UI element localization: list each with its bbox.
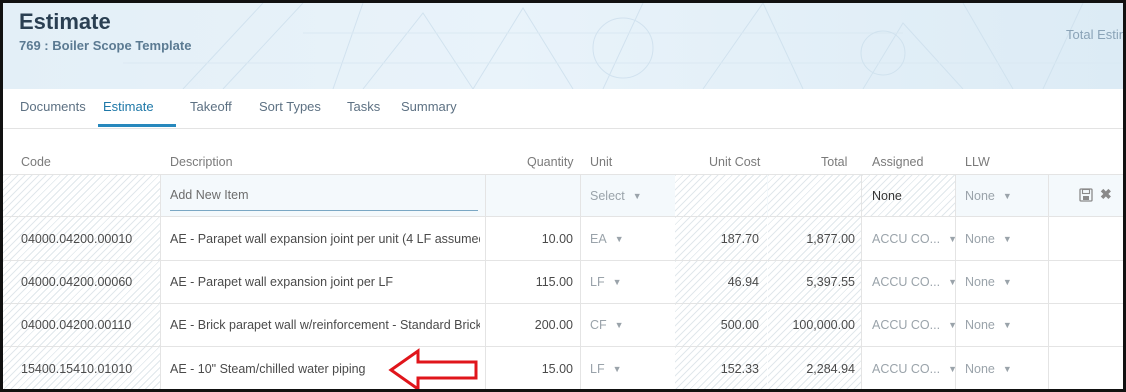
row-unit-cost: 187.70 [675,217,767,260]
close-icon[interactable]: ✖ [1100,186,1112,203]
row-assigned-select[interactable]: ACCU CO...▼ [872,217,955,260]
tab-takeoff[interactable]: Takeoff [190,99,232,114]
active-tab-indicator [98,124,176,127]
row-llw-select[interactable]: None ▼ [965,217,1045,260]
table-row[interactable]: 04000.04200.00110 AE - Brick parapet wal… [3,304,1123,347]
row-description: AE - Parapet wall expansion joint per LF [170,275,394,289]
chevron-down-icon: ▼ [632,190,642,201]
row-quantity: 15.00 [541,361,573,376]
row-code: 04000.04200.00060 [3,261,160,303]
chevron-down-icon: ▼ [1002,277,1012,287]
page-title: Estimate [19,9,111,34]
page-subtitle: 769 : Boiler Scope Template [19,38,192,53]
chevron-down-icon: ▼ [948,234,955,244]
row-assigned-select[interactable]: ACCU CO...▼ [872,304,955,346]
new-item-total-cell [768,175,861,216]
chevron-down-icon: ▼ [612,363,622,374]
row-unit-select[interactable]: EA ▼ [590,217,670,260]
tab-bar: Documents Estimate Takeoff Sort Types Ta… [3,89,1123,129]
save-icon[interactable] [1079,188,1093,202]
chevron-down-icon: ▼ [1002,233,1012,244]
new-item-code-cell [3,175,160,216]
column-header-code[interactable]: Code [21,155,51,169]
new-item-llw-select[interactable]: None ▼ [965,175,1045,216]
row-total: 5,397.55 [768,261,861,303]
row-total: 2,284.94 [768,347,861,389]
chevron-down-icon: ▼ [948,277,955,287]
row-llw-select[interactable]: None ▼ [965,261,1045,303]
red-arrow-annotation [388,348,478,389]
row-code: 04000.04200.00110 [3,304,160,346]
tab-documents[interactable]: Documents [20,99,86,114]
new-item-assigned-cell: None [862,175,955,216]
tab-estimate[interactable]: Estimate [103,99,154,114]
column-header-description[interactable]: Description [170,155,233,169]
column-header-unit-cost[interactable]: Unit Cost [709,155,760,169]
app-frame: Estimate 769 : Boiler Scope Template Tot… [0,0,1126,392]
column-header-unit[interactable]: Unit [590,155,612,169]
row-llw-select[interactable]: None ▼ [965,347,1045,389]
chevron-down-icon: ▼ [1002,190,1012,201]
row-total: 1,877.00 [768,217,861,260]
new-item-unit-cost-cell [675,175,767,216]
new-item-unit-select[interactable]: Select ▼ [590,175,670,216]
row-assigned-select[interactable]: ACCU CO...▼ [872,347,955,389]
chevron-down-icon: ▼ [1002,363,1012,374]
header-banner: Estimate 769 : Boiler Scope Template Tot… [3,3,1123,89]
row-code: 04000.04200.00010 [3,217,160,260]
column-header-assigned[interactable]: Assigned [872,155,923,169]
column-header-quantity[interactable]: Quantity [527,155,574,169]
row-description: AE - Parapet wall expansion joint per un… [170,231,480,246]
row-unit-select[interactable]: LF ▼ [590,347,670,389]
row-unit-select[interactable]: LF ▼ [590,261,670,303]
row-code: 15400.15410.01010 [3,347,160,389]
column-header-total[interactable]: Total [821,155,847,169]
chevron-down-icon: ▼ [948,320,955,330]
row-total: 100,000.00 [768,304,861,346]
tab-tasks[interactable]: Tasks [347,99,380,114]
row-unit-select[interactable]: CF ▼ [590,304,670,346]
row-quantity: 200.00 [534,318,573,332]
row-assigned-select[interactable]: ACCU CO...▼ [872,261,955,303]
row-quantity: 115.00 [535,275,573,289]
total-estimate-label: Total Estin [1066,27,1123,42]
chevron-down-icon: ▼ [614,233,624,244]
row-description: AE - 10" Steam/chilled water piping [170,361,366,376]
table-row[interactable]: 15400.15410.01010 AE - 10" Steam/chilled… [3,347,1123,389]
chevron-down-icon: ▼ [1002,320,1012,330]
chevron-down-icon: ▼ [948,364,955,374]
row-quantity: 10.00 [541,231,573,246]
table-row[interactable]: 04000.04200.00060 AE - Parapet wall expa… [3,261,1123,304]
column-header-llw[interactable]: LLW [965,155,990,169]
chevron-down-icon: ▼ [614,320,624,330]
row-unit-cost: 500.00 [675,304,767,346]
row-unit-cost: 152.33 [675,347,767,389]
row-description: AE - Brick parapet wall w/reinforcement … [170,318,480,332]
row-unit-cost: 46.94 [675,261,767,303]
table-row[interactable]: 04000.04200.00010 AE - Parapet wall expa… [3,217,1123,261]
row-llw-select[interactable]: None ▼ [965,304,1045,346]
tab-sort-types[interactable]: Sort Types [259,99,321,114]
chevron-down-icon: ▼ [612,277,622,287]
tab-summary[interactable]: Summary [401,99,457,114]
add-new-item-input[interactable] [170,179,478,211]
